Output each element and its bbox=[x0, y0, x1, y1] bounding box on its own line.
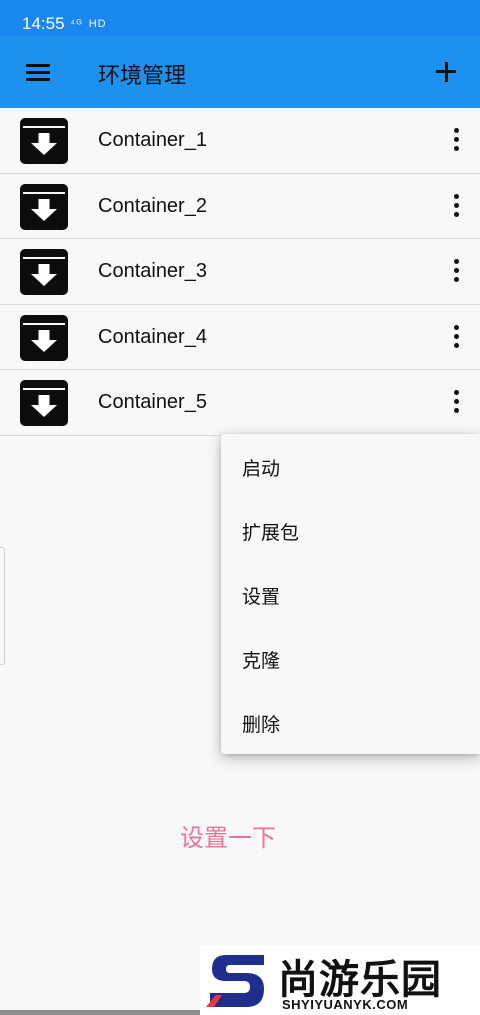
list-item[interactable]: Container_2 bbox=[0, 173, 480, 239]
menu-item-start[interactable]: 启动 bbox=[221, 434, 480, 498]
hint-text: 设置一下 bbox=[180, 824, 276, 852]
container-name: Container_3 bbox=[98, 260, 207, 282]
more-vert-icon[interactable] bbox=[444, 190, 468, 224]
watermark-en-text: SHYIYUANYK.COM bbox=[282, 997, 409, 1012]
hd-icon: HD bbox=[88, 17, 107, 30]
s-logo-icon bbox=[206, 955, 264, 1007]
container-name: Container_1 bbox=[98, 129, 207, 151]
context-menu: 启动 扩展包 设置 克隆 删除 bbox=[221, 434, 480, 754]
list-item[interactable]: Container_3 bbox=[0, 239, 480, 305]
status-bar: 14:55 ⁴ᴳ HD bbox=[0, 0, 480, 36]
status-time: 14:55 bbox=[22, 13, 65, 33]
menu-item-delete[interactable]: 删除 bbox=[221, 690, 480, 754]
archive-download-icon bbox=[20, 118, 68, 164]
page-title: 环境管理 bbox=[98, 64, 187, 89]
edge-drawer-handle[interactable] bbox=[0, 547, 5, 665]
container-list: Container_1 Container_2 Container_3 Cont… bbox=[0, 108, 480, 436]
plus-icon[interactable] bbox=[428, 54, 464, 90]
bottom-bar bbox=[0, 1010, 200, 1015]
watermark: 尚游乐园 SHYIYUANYK.COM bbox=[200, 945, 480, 1015]
archive-download-icon bbox=[20, 314, 68, 361]
menu-item-extensions[interactable]: 扩展包 bbox=[221, 498, 480, 562]
list-item[interactable]: Container_5 bbox=[0, 370, 480, 436]
archive-download-icon bbox=[20, 249, 68, 295]
list-item[interactable]: Container_1 bbox=[0, 108, 480, 174]
app-bar: 环境管理 bbox=[0, 36, 480, 108]
hamburger-menu-icon[interactable] bbox=[24, 60, 52, 84]
signal-icon: ⁴ᴳ bbox=[70, 17, 83, 30]
container-name: Container_2 bbox=[98, 194, 207, 217]
list-item[interactable]: Container_4 bbox=[0, 304, 480, 370]
menu-item-clone[interactable]: 克隆 bbox=[221, 626, 480, 690]
more-vert-icon[interactable] bbox=[444, 386, 468, 420]
more-vert-icon[interactable] bbox=[444, 124, 468, 158]
container-name: Container_4 bbox=[98, 325, 207, 348]
menu-item-settings[interactable]: 设置 bbox=[221, 562, 480, 626]
archive-download-icon bbox=[20, 380, 68, 426]
more-vert-icon[interactable] bbox=[444, 255, 468, 289]
archive-download-icon bbox=[20, 183, 68, 230]
container-name: Container_5 bbox=[98, 391, 207, 413]
more-vert-icon[interactable] bbox=[444, 321, 468, 355]
